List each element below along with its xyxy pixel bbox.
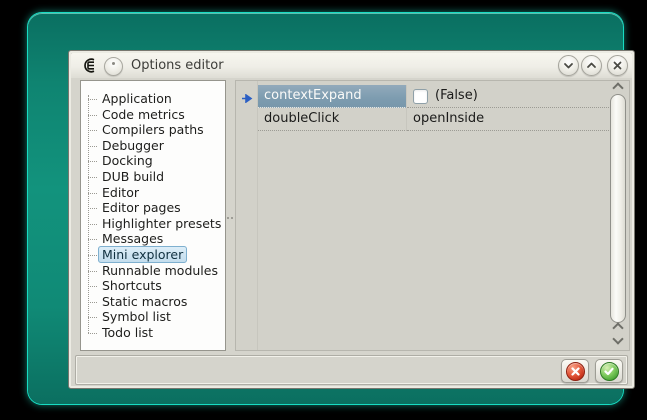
cancel-button[interactable]	[561, 359, 589, 383]
chevron-down-icon	[563, 60, 574, 71]
scroll-up-icon[interactable]	[612, 82, 623, 93]
sidebar-item-application[interactable]: Application	[81, 91, 225, 107]
sidebar-item-todo-list[interactable]: Todo list	[81, 325, 225, 341]
scroll-down-icon[interactable]	[612, 333, 623, 344]
sidebar-item-runnable-modules[interactable]: Runnable modules	[81, 263, 225, 279]
window-frame: Options editor Application Code metrics …	[28, 13, 623, 404]
property-grid: contextExpand (False) doubleClick openIn…	[235, 80, 630, 351]
category-tree: Application Code metrics Compilers paths…	[80, 80, 226, 351]
sidebar-item-editor[interactable]: Editor	[81, 185, 225, 201]
close-icon	[612, 60, 623, 71]
window-title: Options editor	[131, 53, 224, 78]
property-name[interactable]: doubleClick	[258, 108, 407, 131]
sidebar-item-compilers-paths[interactable]: Compilers paths	[81, 122, 225, 138]
sidebar-item-dub-build[interactable]: DUB build	[81, 169, 225, 185]
property-name[interactable]: contextExpand	[258, 85, 407, 108]
property-row-doubleClick[interactable]: doubleClick openInside	[258, 108, 609, 131]
maximize-button[interactable]	[581, 55, 602, 76]
property-row-contextExpand[interactable]: contextExpand (False)	[258, 85, 609, 108]
accept-check-icon	[600, 362, 619, 381]
property-rows: contextExpand (False) doubleClick openIn…	[258, 85, 609, 131]
scrollbar-thumb[interactable]	[610, 94, 626, 323]
window-menu-button[interactable]	[104, 57, 123, 76]
sidebar-item-highlighter-presets[interactable]: Highlighter presets	[81, 216, 225, 232]
checkbox-unchecked[interactable]	[413, 89, 428, 104]
checkbox-state-label: (False)	[435, 85, 478, 107]
category-tree-items: Application Code metrics Compilers paths…	[81, 91, 225, 341]
property-value-text: openInside	[413, 108, 484, 130]
selected-row-arrow-icon	[241, 94, 253, 103]
sidebar-item-debugger[interactable]: Debugger	[81, 138, 225, 154]
sidebar-item-code-metrics[interactable]: Code metrics	[81, 107, 225, 123]
titlebar[interactable]: Options editor	[71, 53, 632, 78]
screenshot-stage: Options editor Application Code metrics …	[0, 0, 647, 420]
footer-bar	[75, 355, 628, 385]
chevron-up-icon	[586, 60, 597, 71]
app-icon	[81, 57, 98, 74]
menu-dot-icon	[112, 62, 115, 65]
sidebar-item-messages[interactable]: Messages	[81, 231, 225, 247]
minimize-button[interactable]	[558, 55, 579, 76]
vertical-scrollbar[interactable]	[610, 81, 627, 350]
sidebar-item-mini-explorer[interactable]: Mini explorer	[81, 247, 225, 263]
panel-splitter[interactable]	[226, 80, 235, 351]
row-marker-column	[236, 81, 258, 350]
accept-button[interactable]	[595, 359, 623, 383]
scroll-up-icon[interactable]	[612, 322, 623, 333]
property-value[interactable]: (False)	[407, 85, 609, 108]
cancel-cross-icon	[566, 362, 585, 381]
sidebar-item-editor-pages[interactable]: Editor pages	[81, 200, 225, 216]
property-value[interactable]: openInside	[407, 108, 609, 131]
sidebar-item-static-macros[interactable]: Static macros	[81, 294, 225, 310]
sidebar-item-symbol-list[interactable]: Symbol list	[81, 309, 225, 325]
sidebar-item-shortcuts[interactable]: Shortcuts	[81, 278, 225, 294]
close-button[interactable]	[607, 55, 628, 76]
options-editor-window: Options editor Application Code metrics …	[68, 50, 635, 389]
sidebar-item-docking[interactable]: Docking	[81, 153, 225, 169]
